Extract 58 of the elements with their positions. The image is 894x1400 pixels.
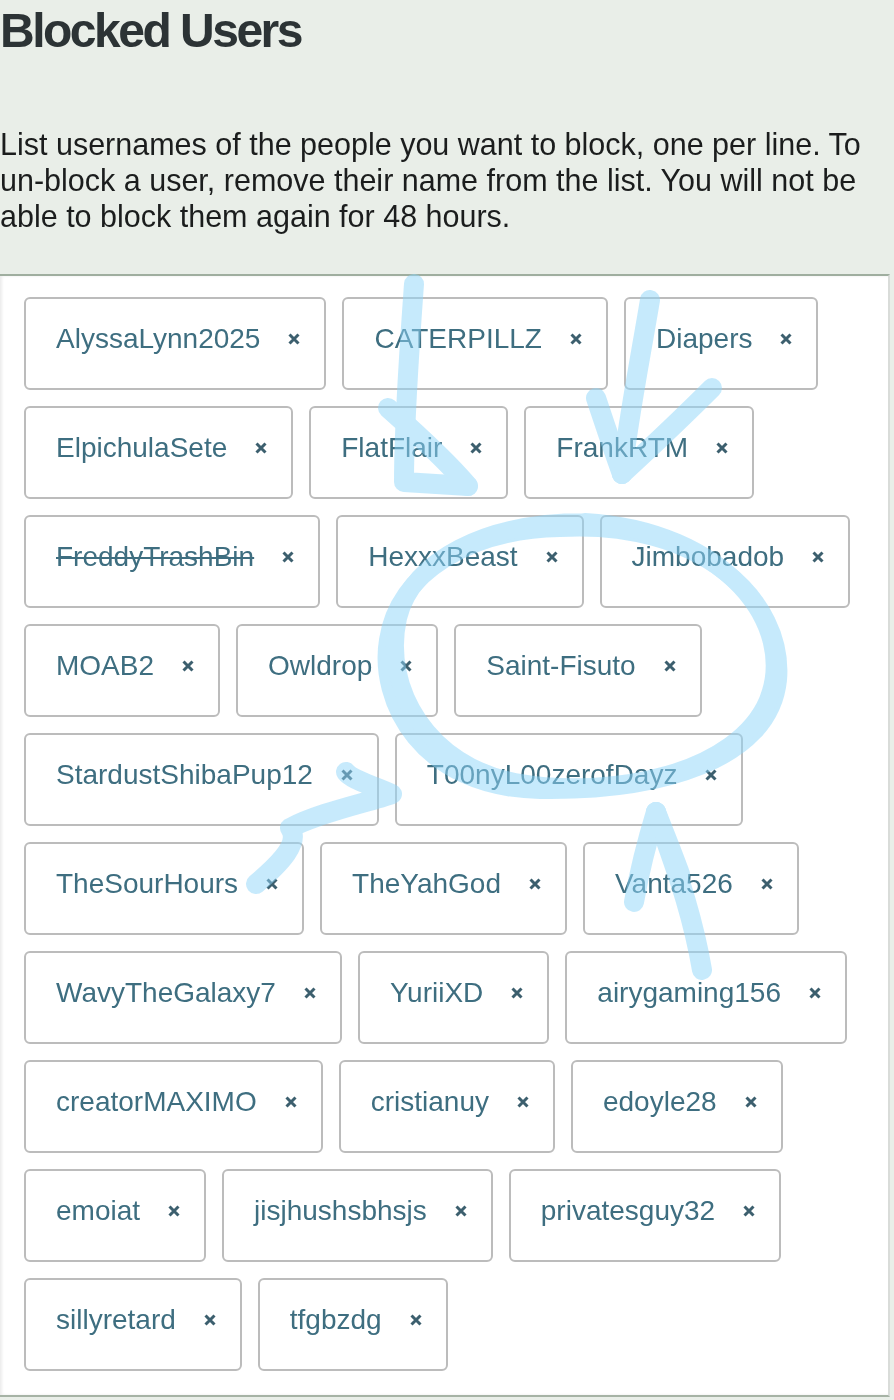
close-icon (812, 550, 825, 563)
username-label: creatorMAXIMO (56, 1084, 257, 1119)
close-icon (340, 768, 353, 781)
page-title: Blocked Users (0, 3, 303, 59)
username-label: MOAB2 (56, 648, 155, 683)
close-icon (266, 877, 279, 890)
username-label: privatesguy32 (540, 1193, 716, 1228)
username-label: cristianuy (370, 1084, 489, 1119)
close-icon (400, 659, 413, 672)
close-icon (663, 659, 676, 672)
close-icon (282, 550, 295, 563)
username-label: YuriiXD (389, 975, 484, 1010)
close-icon (288, 332, 301, 345)
close-icon (470, 441, 483, 454)
close-icon (716, 441, 729, 454)
username-label: T00nyL00zerofDayz (426, 757, 678, 792)
username-label: AlyssaLynn2025 (56, 321, 261, 356)
close-icon (760, 877, 773, 890)
username-label: airygaming156 (597, 975, 781, 1010)
close-icon (409, 1313, 422, 1326)
close-icon (303, 986, 316, 999)
username-label: HexxxBeast (368, 539, 518, 574)
close-icon (168, 1204, 181, 1217)
close-icon (705, 768, 718, 781)
username-label: emoiat (56, 1193, 141, 1228)
close-icon (255, 441, 268, 454)
username-label: TheYahGod (352, 866, 501, 901)
username-label: edoyle28 (602, 1084, 717, 1119)
username-label: TheSourHours (56, 866, 239, 901)
close-icon (529, 877, 541, 890)
close-icon (284, 1095, 297, 1108)
username-label: Owldrop (268, 648, 373, 683)
username-label: Jimbobadob (631, 539, 785, 574)
instructions-text: List usernames of the people you want to block, one per line. To un-block a user, remove their name from the list. You will not be able to block them again for 48 hours. (0, 125, 862, 234)
close-icon (780, 332, 793, 345)
close-icon (511, 986, 524, 999)
username-label: FlatFlair (341, 430, 443, 465)
close-icon (454, 1204, 467, 1217)
close-icon (516, 1095, 529, 1108)
close-icon (743, 1204, 756, 1217)
close-icon (203, 1313, 216, 1326)
username-label: jisjhushsbhsjs (254, 1193, 427, 1228)
username-label: FreddyTrashBin (56, 539, 255, 574)
username-label: StardustShibaPup12 (56, 757, 313, 792)
close-icon (182, 659, 195, 672)
username-label: Vanta526 (615, 866, 733, 901)
username-label: sillyretard (56, 1302, 176, 1337)
close-icon (569, 332, 582, 345)
username-label: Diapers (655, 321, 753, 356)
username-label: FrankRTM (556, 430, 689, 465)
username-label: CATERPILLZ (374, 321, 542, 356)
close-icon (545, 550, 558, 563)
username-label: tfgbzdg (289, 1302, 382, 1337)
username-label: Saint-Fisuto (486, 648, 636, 683)
username-label: WavyTheGalaxy7 (56, 975, 276, 1010)
close-icon (744, 1095, 757, 1108)
username-label: ElpichulaSete (56, 430, 228, 465)
close-icon (809, 986, 821, 999)
